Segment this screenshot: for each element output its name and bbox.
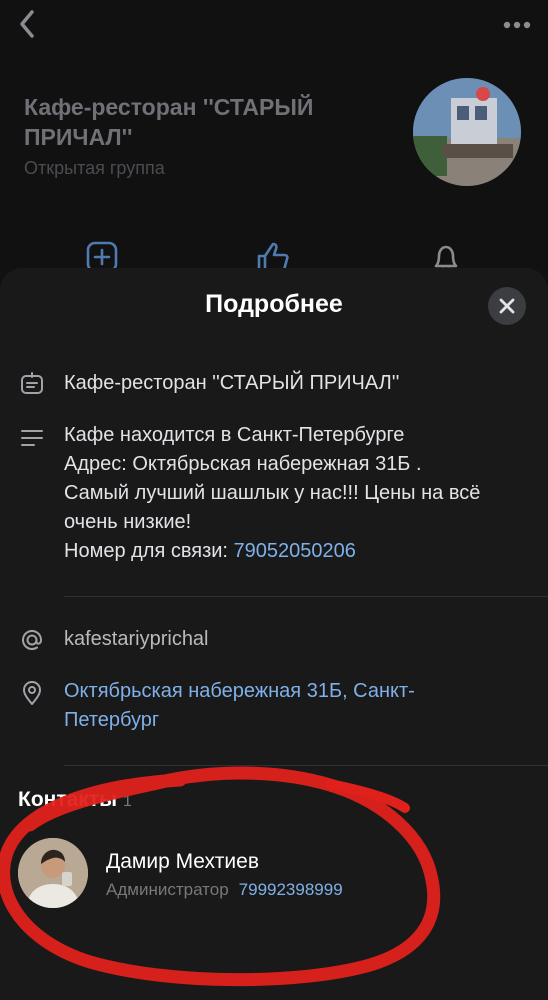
at-icon xyxy=(18,626,46,654)
contacts-title: Контакты xyxy=(18,788,118,811)
contacts-count: 1 xyxy=(123,793,132,810)
address-line: Петербург xyxy=(64,709,160,731)
contacts-section-title: Контакты 1 xyxy=(18,788,132,812)
info-card-icon xyxy=(18,370,46,398)
sheet-title: Подробнее xyxy=(205,290,343,318)
description-icon xyxy=(18,424,46,452)
contact-role: Администратор xyxy=(106,880,229,899)
top-bar xyxy=(0,0,548,60)
contact-phone-link[interactable]: 79992398999 xyxy=(239,880,343,899)
close-button[interactable] xyxy=(488,287,526,325)
short-name: kafestariyprichal xyxy=(64,628,209,650)
close-icon xyxy=(499,298,515,314)
divider xyxy=(64,765,548,766)
contact-name[interactable]: Дамир Мехтиев xyxy=(106,850,259,874)
group-title: Кафе-ресторан ''СТАРЫЙ ПРИЧАЛ'' xyxy=(24,94,314,150)
group-description: Кафе находится в Санкт-Петербурге Адрес:… xyxy=(64,421,534,566)
location-pin-icon xyxy=(18,679,46,707)
description-line: Адрес: Октябрьская набережная 31Б . xyxy=(64,453,422,475)
group-name-row: Кафе-ресторан ''СТАРЫЙ ПРИЧАЛ'' xyxy=(64,372,400,394)
more-icon xyxy=(503,21,531,29)
address-link[interactable]: Октябрьская набережная 31Б, Санкт- Петер… xyxy=(64,677,534,735)
group-avatar[interactable] xyxy=(413,78,521,186)
address-line: Октябрьская набережная 31Б, Санкт- xyxy=(64,680,415,702)
description-line: очень низкие! xyxy=(64,511,192,533)
description-line: Самый лучший шашлык у нас!!! Цены на всё xyxy=(64,482,481,504)
description-phone-link[interactable]: 79052050206 xyxy=(234,540,356,562)
back-icon xyxy=(20,10,34,38)
divider xyxy=(64,596,548,597)
group-page-background: Кафе-ресторан ''СТАРЫЙ ПРИЧАЛ'' Открытая… xyxy=(0,0,548,300)
phone-label: Номер для связи: xyxy=(64,540,234,562)
contact-role-line: Администратор 79992398999 xyxy=(106,880,343,900)
description-line: Кафе находится в Санкт-Петербурге xyxy=(64,424,405,446)
description-phone-line: Номер для связи: 79052050206 xyxy=(64,537,534,566)
more-button[interactable] xyxy=(502,18,532,30)
contact-avatar[interactable] xyxy=(18,838,88,908)
back-button[interactable] xyxy=(10,6,46,42)
group-type: Открытая группа xyxy=(24,158,165,178)
